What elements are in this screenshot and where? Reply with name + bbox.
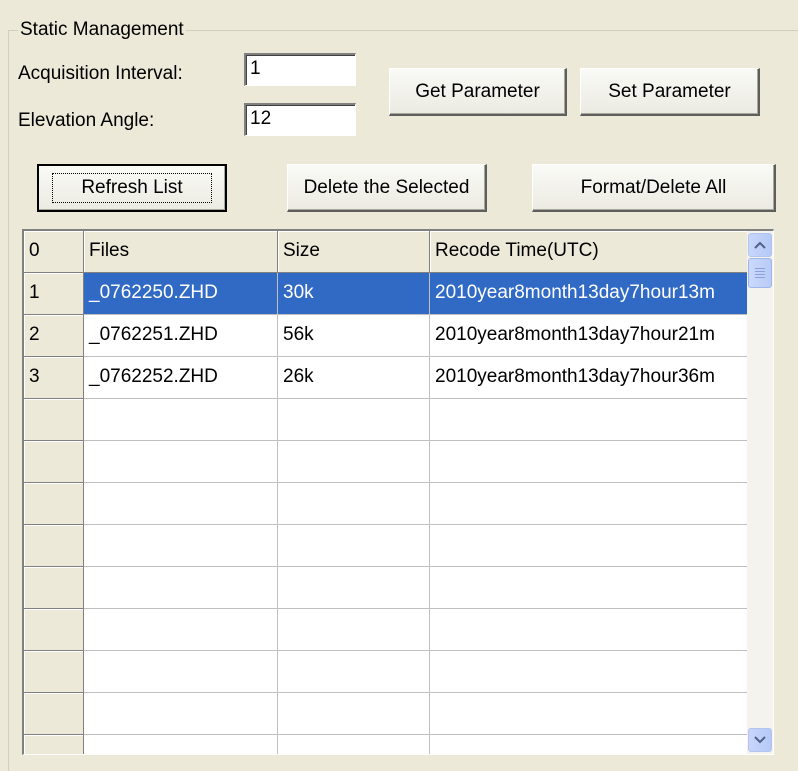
row-size[interactable]: 56k [278, 315, 430, 357]
empty-index-cell [24, 693, 84, 735]
row-file[interactable]: _0762250.ZHD [84, 273, 278, 315]
empty-cell [84, 483, 278, 525]
empty-cell [430, 693, 750, 735]
row-index[interactable]: 1 [24, 273, 84, 315]
empty-cell [278, 693, 430, 735]
empty-index-cell [24, 567, 84, 609]
empty-cell [84, 693, 278, 735]
header-index[interactable]: 0 [24, 231, 84, 273]
table-row[interactable]: 1 _0762250.ZHD 30k 2010year8month13day7hour… [24, 273, 750, 315]
empty-row[interactable] [24, 609, 750, 651]
empty-index-cell [24, 483, 84, 525]
empty-row[interactable] [24, 735, 750, 754]
row-index[interactable]: 2 [24, 315, 84, 357]
empty-index-cell [24, 735, 84, 754]
empty-row[interactable] [24, 441, 750, 483]
empty-row[interactable] [24, 567, 750, 609]
empty-cell [430, 567, 750, 609]
acquisition-interval-input[interactable]: 1 [244, 53, 356, 86]
files-grid[interactable]: 0 Files Size Recode Time(UTC) 1 _0762250.… [22, 229, 774, 755]
row-file[interactable]: _0762252.ZHD [84, 357, 278, 399]
header-size[interactable]: Size [278, 231, 430, 273]
empty-row[interactable] [24, 483, 750, 525]
empty-cell [430, 651, 750, 693]
empty-cell [430, 441, 750, 483]
table-row[interactable]: 2 _0762251.ZHD 56k 2010year8month13day7hour… [24, 315, 750, 357]
row-file[interactable]: _0762251.ZHD [84, 315, 278, 357]
empty-cell [278, 609, 430, 651]
empty-cell [84, 735, 278, 754]
empty-cell [84, 441, 278, 483]
row-time[interactable]: 2010year8month13day7hour13m [430, 273, 750, 315]
acquisition-interval-label: Acquisition Interval: [18, 63, 183, 84]
vertical-scrollbar[interactable] [747, 231, 773, 754]
empty-cell [278, 525, 430, 567]
empty-cell [84, 399, 278, 441]
empty-row[interactable] [24, 693, 750, 735]
empty-row[interactable] [24, 399, 750, 441]
row-index[interactable]: 3 [24, 357, 84, 399]
row-time[interactable]: 2010year8month13day7hour21m [430, 315, 750, 357]
row-size[interactable]: 26k [278, 357, 430, 399]
empty-index-cell [24, 525, 84, 567]
empty-cell [278, 399, 430, 441]
header-files[interactable]: Files [84, 231, 278, 273]
refresh-list-label: Refresh List [52, 173, 212, 203]
header-recode-time[interactable]: Recode Time(UTC) [430, 231, 750, 273]
empty-cell [278, 441, 430, 483]
empty-cell [278, 735, 430, 754]
chevron-down-icon[interactable] [748, 728, 772, 752]
row-time[interactable]: 2010year8month13day7hour36m [430, 357, 750, 399]
empty-row[interactable] [24, 525, 750, 567]
empty-cell [430, 735, 750, 754]
empty-cell [430, 483, 750, 525]
empty-row[interactable] [24, 651, 750, 693]
elevation-angle-input[interactable]: 12 [244, 103, 356, 136]
set-parameter-button[interactable]: Set Parameter [580, 68, 760, 116]
scroll-thumb[interactable] [748, 258, 772, 288]
table-row[interactable]: 3 _0762252.ZHD 26k 2010year8month13day7hour… [24, 357, 750, 399]
empty-cell [84, 609, 278, 651]
empty-index-cell [24, 651, 84, 693]
empty-cell [278, 483, 430, 525]
empty-cell [84, 567, 278, 609]
empty-cell [430, 609, 750, 651]
delete-selected-button[interactable]: Delete the Selected [287, 164, 487, 212]
elevation-angle-label: Elevation Angle: [18, 110, 155, 131]
group-title: Static Management [18, 19, 186, 40]
refresh-list-button[interactable]: Refresh List [37, 164, 227, 212]
empty-index-cell [24, 399, 84, 441]
empty-cell [278, 567, 430, 609]
format-delete-all-button[interactable]: Format/Delete All [532, 164, 776, 212]
empty-cell [278, 651, 430, 693]
empty-cell [430, 399, 750, 441]
row-size[interactable]: 30k [278, 273, 430, 315]
empty-cell [84, 525, 278, 567]
chevron-up-icon[interactable] [748, 233, 772, 257]
empty-index-cell [24, 441, 84, 483]
empty-cell [84, 651, 278, 693]
empty-index-cell [24, 609, 84, 651]
empty-cell [430, 525, 750, 567]
get-parameter-button[interactable]: Get Parameter [389, 68, 567, 116]
header-row: 0 Files Size Recode Time(UTC) [24, 231, 750, 273]
